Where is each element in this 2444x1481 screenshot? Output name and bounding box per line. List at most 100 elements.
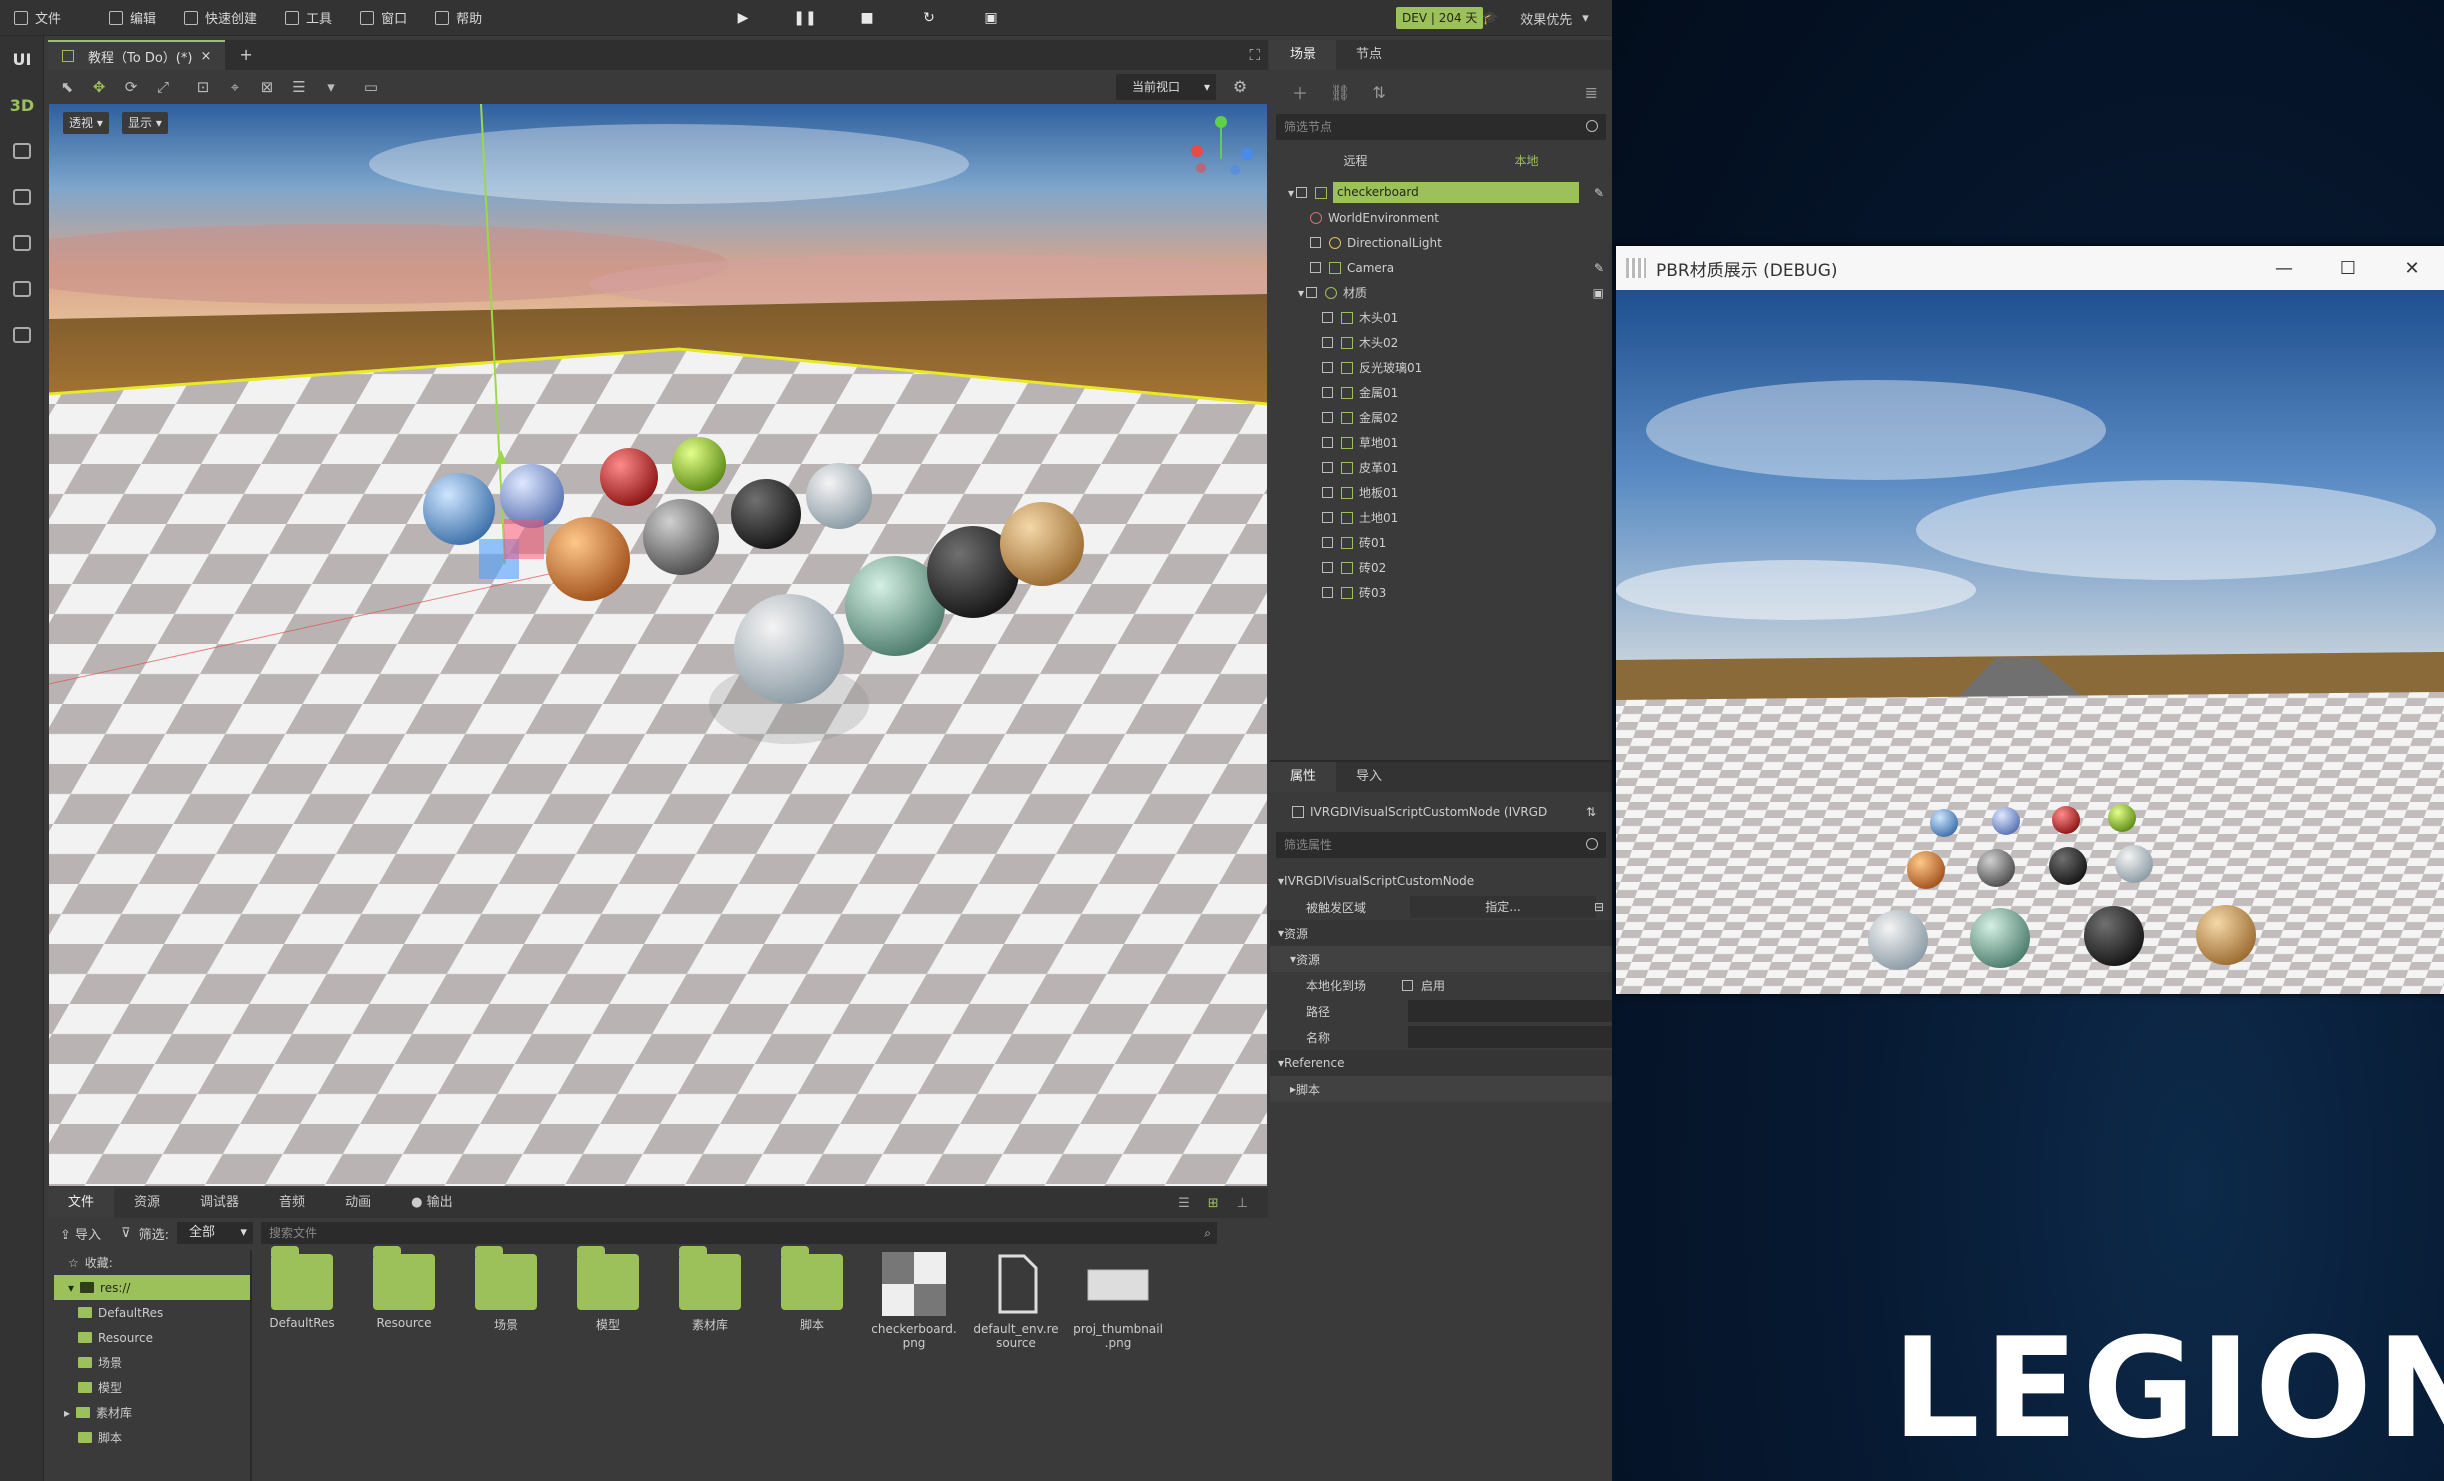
docs-mode-button[interactable] — [0, 312, 44, 358]
node-row[interactable]: 皮革01 — [1270, 455, 1612, 480]
path-input[interactable] — [1408, 1000, 1612, 1022]
tree-item-resource[interactable]: Resource — [48, 1325, 250, 1350]
movie-button[interactable]: ▣ — [960, 0, 1022, 36]
node-row[interactable]: ▾ checkerboard ✎ — [1270, 180, 1612, 205]
minimize-button[interactable]: — — [2252, 246, 2316, 290]
enable-checkbox[interactable] — [1402, 979, 1413, 991]
group-icon[interactable]: ▣ — [1593, 286, 1604, 300]
script-icon[interactable]: ✎ — [1594, 261, 1604, 275]
file-item[interactable]: DefaultRes — [260, 1246, 344, 1350]
file-item[interactable]: Resource — [362, 1246, 446, 1350]
script-section[interactable]: ▸ 脚本 — [1270, 1076, 1612, 1102]
grid-view-icon[interactable]: ⊞ — [1208, 1196, 1219, 1211]
tab-resources[interactable]: 资源 — [114, 1188, 180, 1218]
file-item[interactable]: proj_thumbnail .png — [1073, 1252, 1163, 1350]
tree-item-models[interactable]: 模型 — [48, 1375, 250, 1400]
node-row[interactable]: 土地01 — [1270, 505, 1612, 530]
tree-item-scenes[interactable]: 场景 — [48, 1350, 250, 1375]
visibility-icon[interactable] — [1296, 187, 1308, 198]
menu-window[interactable]: 窗口 — [346, 0, 421, 36]
class-section[interactable]: ▾ IVRGDIVisualScriptCustomNode — [1270, 868, 1612, 894]
tab-properties[interactable]: 属性 — [1270, 762, 1337, 792]
pause-button[interactable]: ❚❚ — [774, 0, 836, 36]
visibility-icon[interactable] — [1310, 262, 1321, 273]
visibility-icon[interactable] — [1306, 287, 1318, 298]
debug-window-titlebar[interactable]: PBR材质展示 (DEBUG) — ☐ ✕ — [1616, 246, 2444, 290]
tab-output[interactable]: ● 输出 — [391, 1188, 473, 1218]
move-tool-icon[interactable]: ✥ — [86, 75, 112, 99]
visibility-icon[interactable] — [1322, 437, 1333, 448]
file-item[interactable]: 场景 — [464, 1246, 548, 1350]
node-row[interactable]: 地板01 — [1270, 480, 1612, 505]
tab-files[interactable]: 文件 — [48, 1188, 115, 1218]
favorites-row[interactable]: ☆ 收藏: — [48, 1250, 250, 1275]
graph-icon[interactable]: ⇅ — [1372, 83, 1385, 102]
node-row[interactable]: Camera ✎ — [1270, 255, 1612, 280]
clear-icon[interactable]: ⊟ — [1594, 900, 1604, 914]
node-row[interactable]: 砖03 — [1270, 580, 1612, 605]
file-item[interactable]: default_env.re source — [973, 1252, 1059, 1350]
visibility-icon[interactable] — [1322, 412, 1333, 423]
tab-import[interactable]: 导入 — [1336, 762, 1402, 792]
visibility-icon[interactable] — [1310, 237, 1321, 248]
add-node-icon[interactable]: ＋ — [1292, 80, 1308, 104]
remote-tab[interactable]: 远程 — [1270, 152, 1441, 169]
3d-mode-button[interactable]: 3D — [0, 82, 44, 128]
file-item[interactable]: 素材库 — [668, 1246, 752, 1350]
3d-viewport[interactable]: 透视 ▾ 显示 ▾ — [49, 104, 1267, 1186]
maximize-button[interactable]: ☐ — [2316, 246, 2380, 290]
menu-tools[interactable]: 工具 — [271, 0, 346, 36]
current-view-dropdown[interactable]: 当前视口 ▾ — [1116, 74, 1216, 100]
dock-icon[interactable]: ⊥ — [1237, 1196, 1248, 1211]
sort-icon[interactable]: ⇅ — [1586, 805, 1596, 819]
add-tab-button[interactable]: + — [225, 40, 266, 70]
camera-icon[interactable]: ▭ — [358, 75, 384, 99]
visibility-icon[interactable] — [1322, 487, 1333, 498]
resource-subsection[interactable]: ▾ 资源 — [1270, 946, 1612, 972]
close-button[interactable]: ✕ — [2380, 246, 2444, 290]
tab-node[interactable]: 节点 — [1336, 40, 1402, 70]
visibility-icon[interactable] — [1322, 387, 1333, 398]
tab-audio[interactable]: 音频 — [259, 1188, 325, 1218]
script-mode-button[interactable] — [0, 128, 44, 174]
visibility-icon[interactable] — [1322, 562, 1333, 573]
tab-tutorial[interactable]: 教程（To Do）(*) × — [48, 40, 226, 70]
script-icon[interactable]: ✎ — [1594, 186, 1604, 200]
visibility-icon[interactable] — [1322, 587, 1333, 598]
menu-edit[interactable]: 编辑 — [95, 0, 170, 36]
node-row[interactable]: 草地01 — [1270, 430, 1612, 455]
node-row[interactable]: 木头01 — [1270, 305, 1612, 330]
scale-tool-icon[interactable]: ⤢ — [150, 75, 176, 99]
local-tab[interactable]: 本地 — [1441, 152, 1612, 169]
resource-section[interactable]: ▾ 资源 — [1270, 920, 1612, 946]
tree-item-res[interactable]: ▾ res:// — [54, 1275, 250, 1300]
tab-debugger[interactable]: 调试器 — [180, 1188, 259, 1218]
snap-icon[interactable]: ⊠ — [254, 75, 280, 99]
pivot-icon[interactable]: ⌖ — [222, 75, 248, 99]
ui-mode-button[interactable]: UI — [0, 36, 44, 82]
node-row[interactable]: 反光玻璃01 — [1270, 355, 1612, 380]
perspective-dropdown[interactable]: 透视 ▾ — [63, 112, 109, 134]
file-search-input[interactable]: 搜索文件 ⌕ — [260, 1222, 1217, 1244]
visibility-icon[interactable] — [1322, 337, 1333, 348]
rotate-tool-icon[interactable]: ⟳ — [118, 75, 144, 99]
asset-mode-button[interactable] — [0, 220, 44, 266]
visibility-icon[interactable] — [1322, 462, 1333, 473]
assign-field[interactable]: 指定... — [1410, 896, 1596, 918]
visibility-icon[interactable] — [1322, 362, 1333, 373]
tree-item-defaultres[interactable]: DefaultRes — [48, 1300, 250, 1325]
node-row[interactable]: 砖01 — [1270, 530, 1612, 555]
file-item[interactable]: checkerboard. png — [871, 1252, 957, 1350]
menu-icon[interactable]: ≣ — [1585, 83, 1598, 102]
node-row[interactable]: 金属01 — [1270, 380, 1612, 405]
node-row[interactable]: 木头02 — [1270, 330, 1612, 355]
reload-button[interactable]: ↻ — [898, 0, 960, 36]
node-row[interactable]: 金属02 — [1270, 405, 1612, 430]
select-tool-icon[interactable]: ⬉ — [54, 75, 80, 99]
grid-dropdown-icon[interactable]: ▾ — [318, 75, 344, 99]
node-row[interactable]: 砖02 — [1270, 555, 1612, 580]
tab-animation[interactable]: 动画 — [325, 1188, 391, 1218]
menu-file[interactable]: 文件 — [0, 0, 75, 36]
node-row[interactable]: DirectionalLight — [1270, 230, 1612, 255]
property-filter-input[interactable]: 筛选属性 — [1276, 832, 1606, 858]
